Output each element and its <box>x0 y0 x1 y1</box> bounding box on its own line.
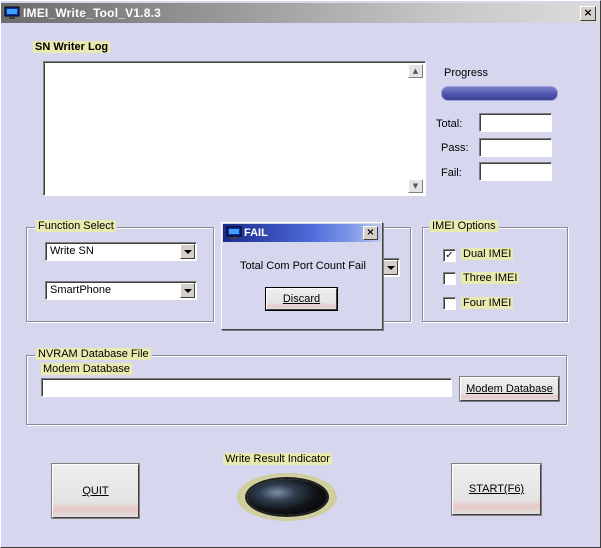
four-imei-label: Four IMEI <box>461 297 514 309</box>
progress-bar <box>441 86 558 101</box>
app-icon <box>226 226 242 239</box>
three-imei-checkbox[interactable] <box>443 272 456 285</box>
dual-imei-checkbox[interactable]: ✓ <box>443 249 456 262</box>
log-label: SN Writer Log <box>33 41 111 53</box>
device-combo-value: SmartPhone <box>50 284 112 296</box>
function-combo-value: Write SN <box>50 245 94 257</box>
total-field[interactable] <box>479 113 552 132</box>
fail-dialog-title-bar: FAIL × <box>223 224 381 242</box>
fail-field[interactable] <box>479 162 552 181</box>
result-indicator-led-icon <box>237 473 337 521</box>
dual-imei-label: Dual IMEI <box>461 248 514 260</box>
app-icon <box>4 6 20 19</box>
fail-dialog: FAIL × Total Com Port Count Fail Discard <box>221 222 383 330</box>
total-label: Total: <box>436 118 463 130</box>
three-imei-label: Three IMEI <box>461 272 520 284</box>
close-button[interactable]: × <box>580 6 596 21</box>
fail-dialog-title: FAIL <box>244 227 268 239</box>
device-combo[interactable]: SmartPhone <box>45 281 197 300</box>
fail-dialog-close-button[interactable]: × <box>363 226 378 240</box>
modem-database-button[interactable]: Modem Database <box>460 377 559 401</box>
indicator-label: Write Result Indicator <box>223 453 332 465</box>
chevron-down-icon[interactable] <box>383 260 398 275</box>
quit-button[interactable]: QUIT <box>52 464 139 518</box>
log-textarea[interactable]: ▲ ▼ <box>43 61 426 196</box>
window-title: IMEI_Write_Tool_V1.8.3 <box>23 6 161 20</box>
progress-label: Progress <box>444 67 489 79</box>
pass-field[interactable] <box>479 138 552 157</box>
fail-label: Fail: <box>441 167 462 179</box>
scroll-up-arrow-icon[interactable]: ▲ <box>408 64 423 78</box>
modem-database-label: Modem Database <box>41 363 132 375</box>
function-select-label: Function Select <box>36 220 116 232</box>
discard-button[interactable]: Discard <box>266 288 337 310</box>
nvram-label: NVRAM Database File <box>36 348 151 360</box>
chevron-down-icon[interactable] <box>180 244 195 259</box>
scroll-down-arrow-icon[interactable]: ▼ <box>408 179 423 193</box>
four-imei-checkbox[interactable] <box>443 297 456 310</box>
start-button[interactable]: START(F6) <box>452 464 541 515</box>
modem-database-path-input[interactable] <box>41 378 452 397</box>
imei-options-label: IMEI Options <box>430 220 498 232</box>
function-combo[interactable]: Write SN <box>45 242 197 261</box>
main-window: IMEI_Write_Tool_V1.8.3 × SN Writer Log ▲… <box>0 0 601 548</box>
title-bar: IMEI_Write_Tool_V1.8.3 × <box>1 3 600 23</box>
fail-dialog-message: Total Com Port Count Fail <box>240 260 366 272</box>
pass-label: Pass: <box>441 142 469 154</box>
chevron-down-icon[interactable] <box>180 283 195 298</box>
